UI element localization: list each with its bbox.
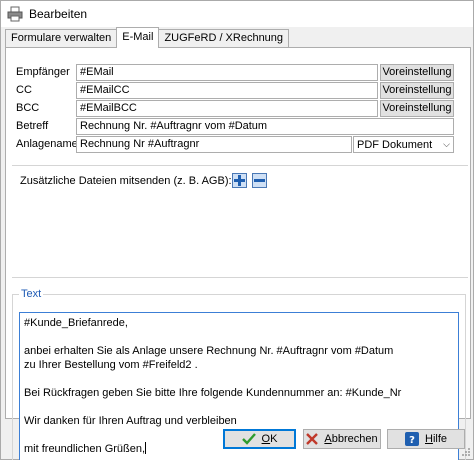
tab-zugferd-xrechnung[interactable]: ZUGFeRD / XRechnung: [158, 29, 290, 48]
attachments-section: Zusätzliche Dateien mitsenden (z. B. AGB…: [12, 165, 468, 278]
help-button[interactable]: ? Hilfe: [387, 429, 465, 449]
text-legend: Text: [21, 288, 42, 300]
help-question-icon: ?: [404, 432, 419, 446]
svg-text:?: ?: [409, 435, 415, 446]
bcc-default-button[interactable]: Voreinstellung: [380, 100, 454, 117]
email-tab-panel: Empfänger #EMail Voreinstellung CC #EMai…: [5, 47, 471, 460]
cancel-button-label: Abbrechen: [324, 433, 378, 445]
window-title: Bearbeiten: [29, 7, 88, 21]
tab-strip: Formulare verwalten E-Mail ZUGFeRD / XRe…: [5, 27, 290, 48]
cc-field[interactable]: #EMailCC: [76, 82, 378, 99]
betreff-label: Betreff: [16, 120, 49, 132]
text-caret: [145, 442, 147, 454]
add-file-icon[interactable]: [232, 173, 247, 188]
checkmark-icon: [241, 433, 256, 445]
attachment-format-select[interactable]: PDF Dokument ⌵: [353, 136, 454, 153]
tab-email[interactable]: E-Mail: [116, 27, 160, 48]
text-line-content: mit freundlichen Grüßen,: [24, 443, 146, 455]
bcc-label: BCC: [16, 102, 40, 114]
printer-icon: [7, 6, 23, 22]
cc-label: CC: [16, 84, 32, 96]
chevron-down-icon: ⌵: [443, 139, 450, 149]
empfaenger-field[interactable]: #EMail: [76, 64, 378, 81]
ok-button[interactable]: OK: [223, 429, 296, 449]
text-line: [24, 400, 454, 414]
remove-file-icon[interactable]: [252, 173, 267, 188]
help-button-label: Hilfe: [424, 433, 447, 445]
empfaenger-label: Empfänger: [16, 66, 70, 78]
text-line: anbei erhalten Sie als Anlage unsere Rec…: [24, 345, 394, 357]
bcc-field[interactable]: #EMailBCC: [76, 100, 378, 117]
ok-button-label: OK: [261, 433, 278, 445]
attachment-format-value: PDF Dokument: [357, 138, 433, 151]
resize-grip-icon[interactable]: [461, 447, 471, 457]
anlagename-label: Anlagename: [16, 138, 78, 150]
title-bar: Bearbeiten: [1, 1, 473, 27]
cc-default-button[interactable]: Voreinstellung: [380, 82, 454, 99]
cancel-x-icon: [306, 433, 319, 445]
text-line: Wir danken für Ihren Auftrag und verblei…: [24, 415, 237, 427]
empfaenger-default-button[interactable]: Voreinstellung: [380, 64, 454, 81]
attachments-label: Zusätzliche Dateien mitsenden (z. B. AGB…: [20, 175, 232, 187]
text-line: zu Ihrer Bestellung vom #Freifeld2 .: [24, 359, 198, 371]
text-line: #Kunde_Briefanrede,: [24, 317, 128, 329]
text-line: Bei Rückfragen geben Sie bitte Ihre folg…: [24, 387, 402, 399]
cancel-button[interactable]: Abbrechen: [303, 429, 381, 449]
edit-dialog: Bearbeiten Formulare verwalten E-Mail ZU…: [0, 0, 474, 460]
betreff-field[interactable]: Rechnung Nr. #Auftragnr vom #Datum: [76, 118, 454, 135]
tab-formulare-verwalten[interactable]: Formulare verwalten: [5, 29, 118, 48]
text-line: [24, 372, 454, 386]
text-line: [24, 330, 454, 344]
anlagename-field[interactable]: Rechnung Nr #Auftragnr: [76, 136, 352, 153]
